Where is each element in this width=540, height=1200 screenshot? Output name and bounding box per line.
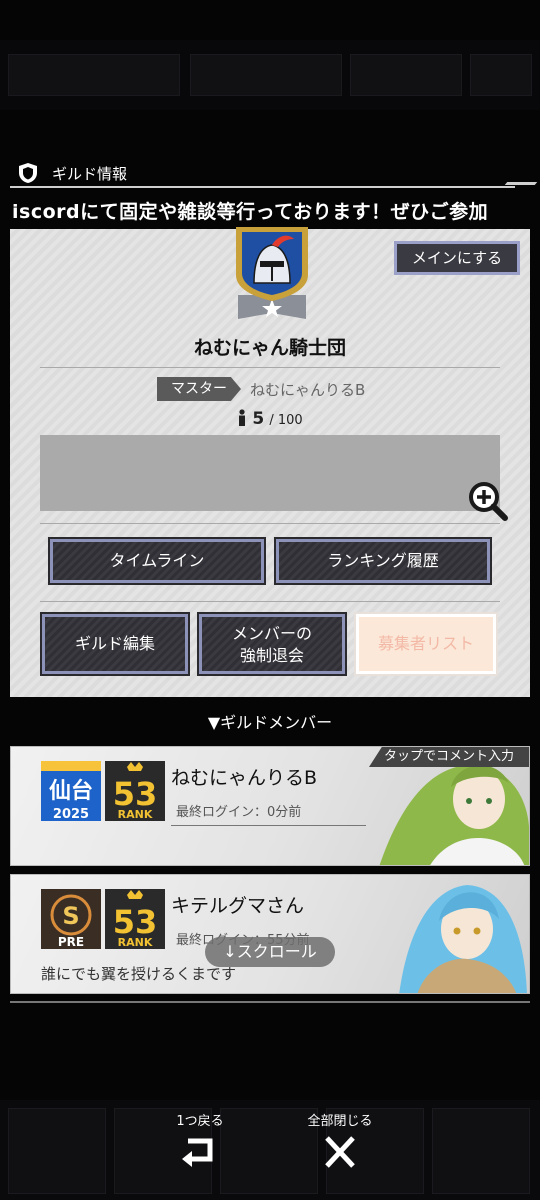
zoom-in-icon[interactable] bbox=[466, 479, 510, 523]
event-badge-bottom-text: 2025 bbox=[53, 807, 89, 821]
member-count-max: / 100 bbox=[269, 413, 303, 428]
background-settings-block bbox=[470, 54, 532, 96]
close-icon bbox=[325, 1136, 355, 1168]
character-portrait-icon bbox=[399, 885, 527, 993]
back-button[interactable]: 1つ戻る bbox=[155, 1110, 245, 1180]
master-label: マスター bbox=[157, 377, 241, 401]
back-label: 1つ戻る bbox=[176, 1114, 224, 1129]
guild-info-panel: メインにする ねむにゃん騎士団 マスター ねむにゃんりるB 5 / 100 タイ… bbox=[10, 227, 530, 697]
guild-edit-button[interactable]: ギルド編集 bbox=[40, 612, 190, 676]
member-count: 5 / 100 bbox=[10, 409, 530, 429]
season-badge-icon: S PRE bbox=[41, 889, 101, 949]
rank-label: RANK bbox=[118, 936, 153, 949]
rank-badge-icon: 53 RANK bbox=[105, 889, 165, 949]
background-menu-home bbox=[8, 1108, 106, 1194]
background-stamina-block bbox=[190, 54, 342, 96]
tap-to-comment-hint: タップでコメント入力 bbox=[369, 747, 529, 767]
person-icon bbox=[239, 409, 246, 426]
event-badge-icon: 仙台 2025 bbox=[41, 761, 101, 821]
last-login: 最終ログイン：0分前 bbox=[176, 805, 302, 820]
dialog-title: ギルド情報 bbox=[52, 165, 128, 183]
background-currency-block bbox=[350, 54, 462, 96]
divider bbox=[40, 523, 500, 524]
force-kick-label-line1: メンバーの bbox=[231, 624, 312, 643]
guild-message-ticker: iscordにて固定や雑談等行っております！ぜひご参加 bbox=[0, 192, 540, 226]
background-profile-block bbox=[8, 54, 180, 96]
background-menu-bar bbox=[0, 1100, 540, 1200]
force-kick-label-line2: 強制退会 bbox=[239, 646, 304, 665]
member-name: ねむにゃんりるB bbox=[171, 767, 318, 789]
shield-icon bbox=[19, 163, 37, 183]
rank-badge-icon: 53 RANK bbox=[105, 761, 165, 821]
member-list-heading: ▼ギルドメンバー bbox=[207, 713, 333, 732]
back-arrow-icon bbox=[182, 1138, 213, 1167]
list-bottom-divider bbox=[10, 1001, 530, 1003]
member-count-current: 5 bbox=[252, 409, 265, 429]
divider bbox=[40, 367, 500, 368]
timeline-button[interactable]: タイムライン bbox=[48, 537, 266, 585]
title-underline-tail bbox=[504, 182, 538, 185]
title-underline bbox=[10, 186, 515, 188]
master-name: ねむにゃんりるB bbox=[250, 381, 366, 399]
member-name: キテルグマさん bbox=[171, 895, 305, 917]
season-badge-top-text: S bbox=[62, 902, 79, 930]
name-underline bbox=[171, 825, 366, 826]
guild-description-box bbox=[40, 435, 500, 511]
applicant-list-button[interactable]: 募集者リスト bbox=[354, 612, 498, 676]
close-all-button[interactable]: 全部閉じる bbox=[295, 1110, 385, 1180]
close-all-label: 全部閉じる bbox=[307, 1114, 373, 1129]
guild-name: ねむにゃん騎士団 bbox=[193, 337, 346, 359]
scroll-hint[interactable]: ↓スクロール bbox=[205, 937, 335, 967]
dialog-title-bar: ギルド情報 bbox=[10, 158, 540, 188]
ranking-history-button[interactable]: ランキング履歴 bbox=[274, 537, 492, 585]
force-kick-member-button[interactable]: メンバーの 強制退会 bbox=[197, 612, 347, 676]
rank-label: RANK bbox=[118, 808, 153, 821]
guild-message-text: iscordにて固定や雑談等行っております！ぜひご参加 bbox=[12, 201, 489, 223]
member-card[interactable]: 仙台 2025 53 RANK ねむにゃんりるB 最終ログイン：0分前 タップで… bbox=[10, 746, 530, 866]
knight-emblem-icon bbox=[236, 227, 308, 319]
background-header bbox=[0, 40, 540, 110]
member-comment: 誰にでも翼を授けるくまです bbox=[41, 965, 237, 983]
season-badge-bottom-text: PRE bbox=[58, 935, 84, 949]
divider bbox=[40, 601, 500, 602]
make-main-button[interactable]: メインにする bbox=[394, 241, 520, 275]
background-menu-gacha bbox=[432, 1108, 530, 1194]
member-card[interactable]: S PRE 53 RANK キテルグマさん 最終ログイン：55分前 誰にでも翼を… bbox=[10, 874, 530, 994]
event-badge-top-text: 仙台 bbox=[49, 778, 93, 804]
